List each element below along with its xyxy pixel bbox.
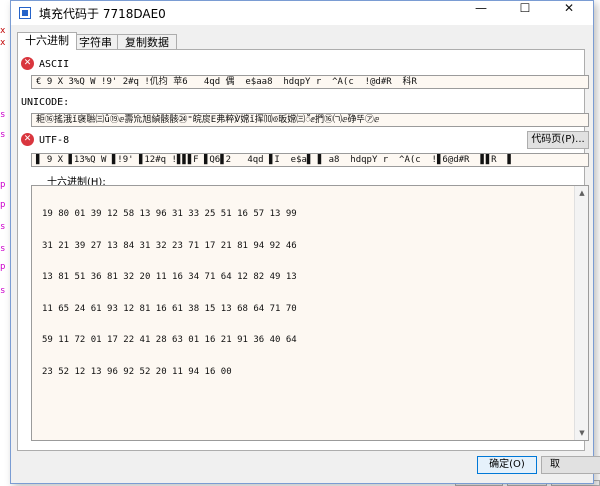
hex-content: 19 80 01 39 12 58 13 96 31 33 25 51 16 5… <box>42 188 297 398</box>
hex-line: 23 52 12 13 96 92 52 20 11 94 16 00 <box>42 366 232 377</box>
utf8-field[interactable]: ▋ 9 X ▋13%Q W ▋!9' ▋12#q !▋▋▋F ▋Q6▋2 4qd… <box>31 153 589 167</box>
error-icon: ✕ <box>21 57 34 70</box>
ok-button[interactable]: 确定(O) <box>477 456 537 474</box>
cancel-button[interactable]: 取 <box>541 456 600 474</box>
close-button[interactable]: ✕ <box>547 1 591 25</box>
background-char: s <box>0 222 6 232</box>
background-char: p <box>0 180 6 190</box>
maximize-button[interactable]: ☐ <box>503 1 547 25</box>
scroll-up-icon[interactable]: ▲ <box>575 186 589 200</box>
hex-line: 19 80 01 39 12 58 13 96 31 33 25 51 16 5… <box>42 209 297 219</box>
background-char: p <box>0 262 6 272</box>
hex-line: 59 11 72 01 17 22 41 28 63 01 16 21 91 3… <box>42 335 297 345</box>
ascii-label: ASCII <box>39 59 70 70</box>
background-app-strip: x x s s p p s s p s <box>0 0 10 486</box>
background-char: s <box>0 244 6 254</box>
app-icon <box>19 7 31 19</box>
background-char: p <box>0 200 6 210</box>
hex-line: 11 65 24 61 93 12 81 16 61 38 15 13 68 6… <box>42 303 297 314</box>
vertical-scrollbar[interactable]: ▲ ▼ <box>574 186 588 440</box>
error-icon: ✕ <box>21 133 34 146</box>
scroll-down-icon[interactable]: ▼ <box>575 426 589 440</box>
hex-textarea[interactable]: 19 80 01 39 12 58 13 96 31 33 25 51 16 5… <box>31 185 589 441</box>
tab-hex[interactable]: 十六进制 <box>17 32 77 50</box>
fill-code-dialog: 填充代码于 7718DAE0 — ☐ ✕ 十六进制 字符串 复制数据 ✕ ASC… <box>10 0 600 484</box>
background-char: x <box>0 26 6 36</box>
hex-line: 31 21 39 27 13 84 31 32 23 71 17 21 81 9… <box>42 240 297 251</box>
background-char: s <box>0 110 6 120</box>
background-char: s <box>0 130 6 140</box>
background-char: s <box>0 286 6 296</box>
codepage-button[interactable]: 代码页(P)... <box>527 131 589 149</box>
window-title: 填充代码于 7718DAE0 <box>39 7 166 21</box>
unicode-label: UNICODE: <box>21 97 70 108</box>
background-char: x <box>0 38 6 48</box>
title-bar[interactable]: 填充代码于 7718DAE0 — ☐ ✕ <box>11 1 593 25</box>
tab-string[interactable]: 字符串 <box>71 34 120 50</box>
unicode-field[interactable]: 耟⑯搖涐ǐ襃聮㈢ǚ⑲ⅇ壽㠩旭緽骸骸㉔⁼皖扊Ε弗粹℣嫦ǐ挥⑽⟃昄嫦㈢ॕⅇ捫⑯㈀ⅇ碀… <box>31 113 589 127</box>
minimize-button[interactable]: — <box>459 1 503 25</box>
utf8-label: UTF-8 <box>39 135 70 146</box>
hex-line: 13 81 51 36 81 32 20 11 16 34 71 64 12 8… <box>42 272 297 282</box>
ascii-field[interactable]: € 9 X 3%Q W !9' 2#q !仉抣 苹6 4qd 偶 e$aa8 h… <box>31 75 589 89</box>
tab-copy-data[interactable]: 复制数据 <box>117 34 177 50</box>
